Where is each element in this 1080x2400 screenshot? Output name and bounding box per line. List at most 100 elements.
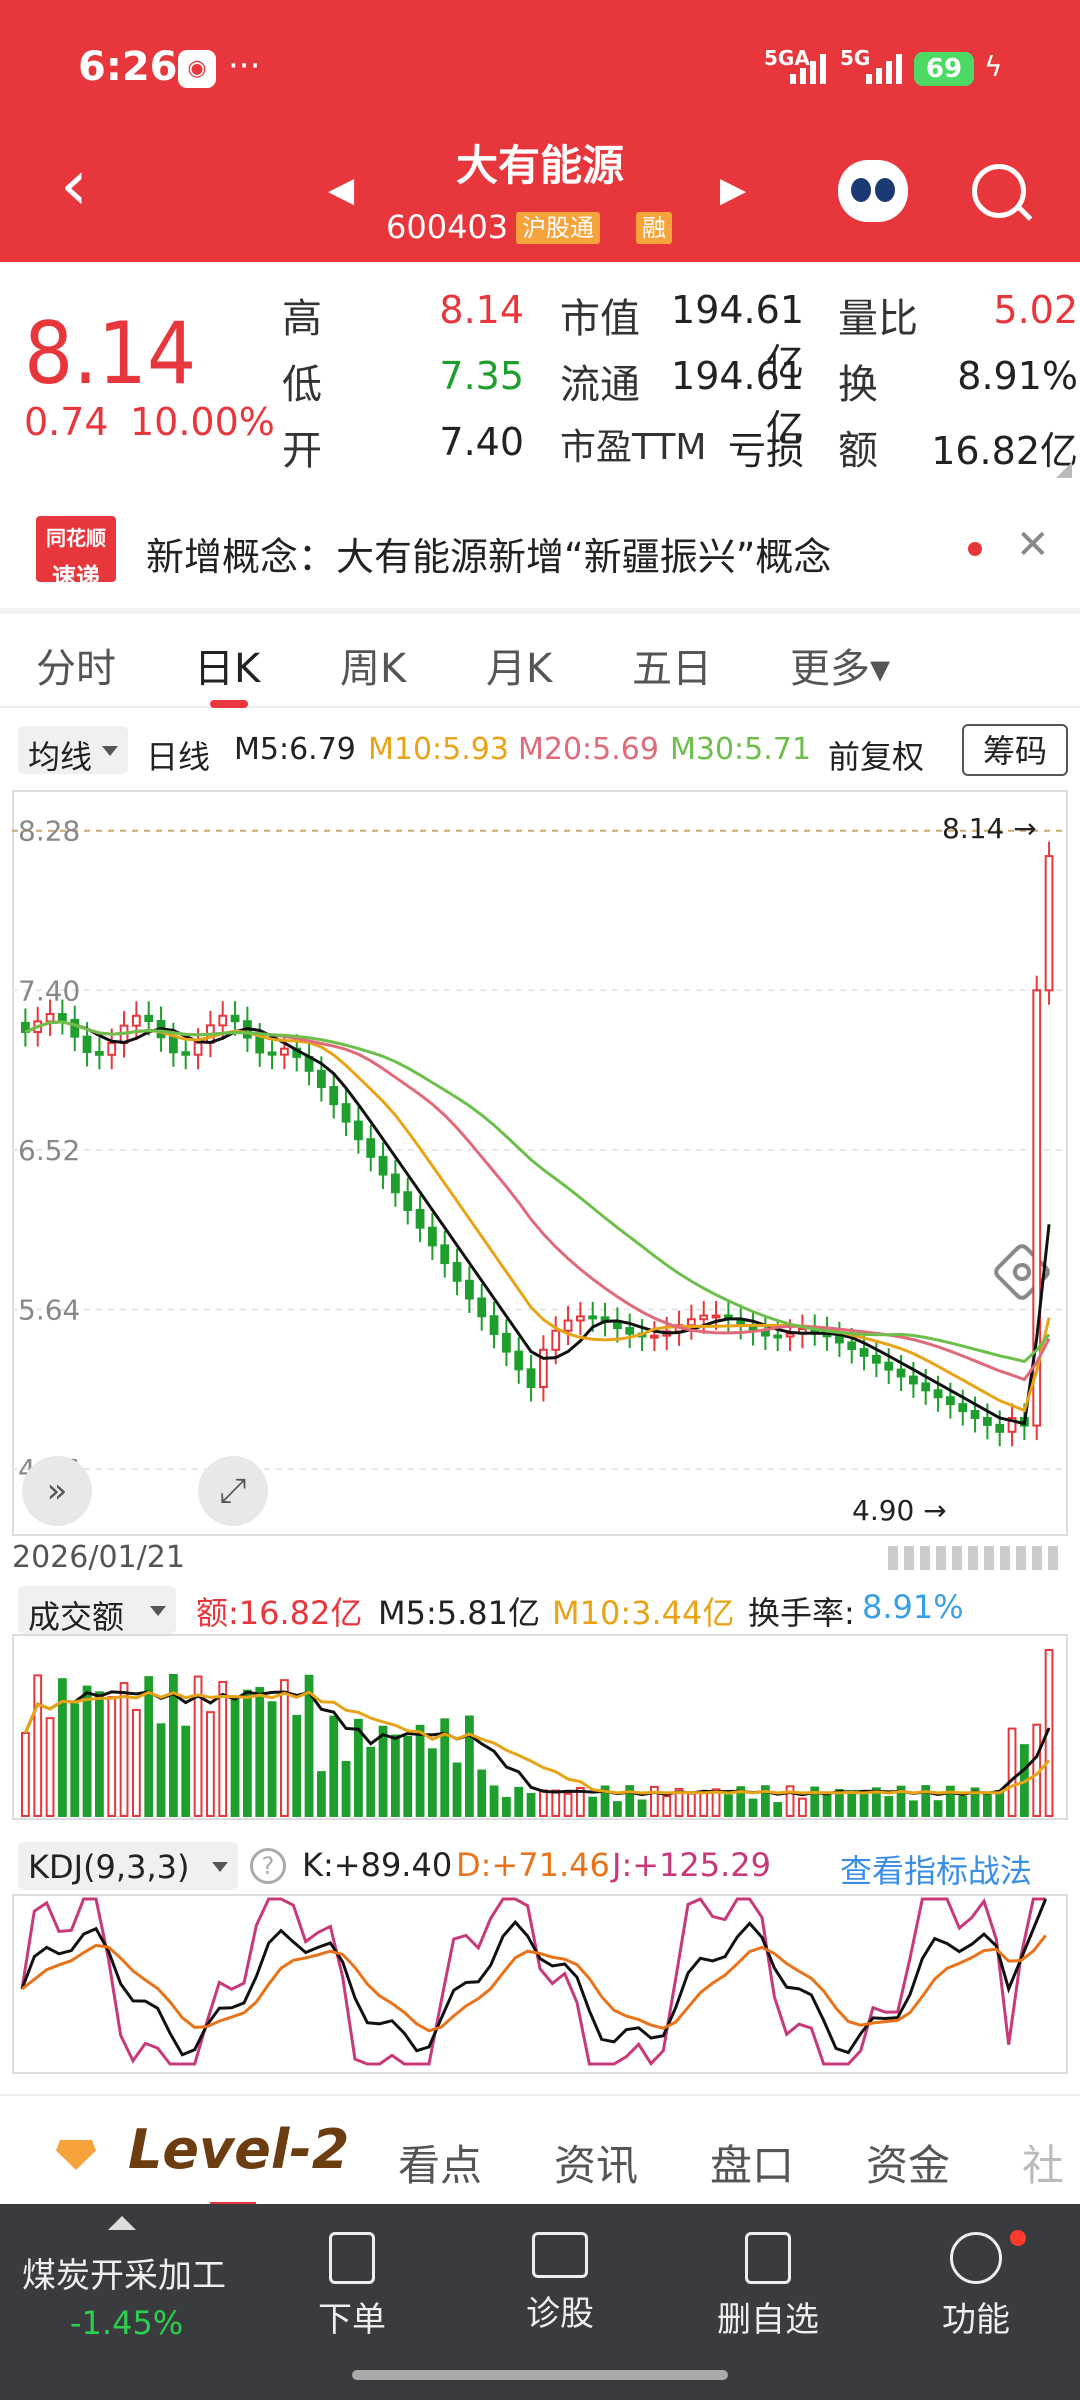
diagnose-button[interactable]: 诊股 <box>490 2232 630 2335</box>
period-label: 日线 <box>146 738 211 776</box>
volume-bar <box>33 1674 43 1817</box>
vol-m10: M10:3.44亿 <box>552 1594 735 1632</box>
volume-bar <box>21 1732 30 1817</box>
amount-label: 额 <box>838 428 878 474</box>
expand-up-icon[interactable] <box>108 2216 136 2230</box>
margin-badge: 融 <box>636 212 672 244</box>
volume-bar <box>341 1760 351 1817</box>
volume-bar <box>329 1715 339 1817</box>
volume-bar <box>551 1789 561 1818</box>
adjust-toggle[interactable]: 前复权 <box>828 732 924 778</box>
volume-bar <box>280 1679 289 1818</box>
float-label: 流通 <box>560 362 640 408</box>
volume-bar <box>255 1687 265 1817</box>
candle <box>95 1050 104 1056</box>
news-banner[interactable]: 同花顺 速递 新增概念：大有能源新增“新疆振兴”概念 <box>0 500 1080 600</box>
close-icon[interactable]: ✕ <box>1016 522 1050 568</box>
tab-news[interactable]: 资讯 <box>554 2132 638 2193</box>
diagnose-icon <box>532 2232 588 2278</box>
volume-bar <box>1007 1727 1017 1817</box>
volume-bar <box>58 1678 67 1817</box>
candle <box>699 1314 709 1321</box>
volume-ma5-line <box>24 1690 1051 1797</box>
tab-daily-k[interactable]: 日K <box>194 636 260 694</box>
assistant-robot-icon[interactable] <box>838 160 908 222</box>
search-icon[interactable] <box>972 164 1026 218</box>
next-stock-icon[interactable]: ▶ <box>720 170 746 210</box>
candle <box>551 1329 561 1351</box>
help-icon[interactable]: ? <box>250 1848 286 1884</box>
candle <box>872 1354 881 1364</box>
candle <box>82 1035 92 1053</box>
volume-bar <box>119 1682 129 1817</box>
candle <box>70 1019 80 1038</box>
vol-ratio-value: 5.02 <box>993 288 1078 332</box>
tab-funds[interactable]: 资金 <box>866 2132 950 2193</box>
ma10-label: M10:5.93 <box>368 732 509 767</box>
functions-button[interactable]: 功能 <box>906 2232 1046 2341</box>
candle <box>711 1314 721 1319</box>
volume-bar <box>45 1717 55 1817</box>
pe-label: 市盈TTM <box>560 427 707 468</box>
volume-chart[interactable] <box>12 1634 1068 1820</box>
tab-highlights[interactable]: 看点 <box>398 2132 482 2193</box>
kdj-d: D:+71.46 <box>456 1846 610 1884</box>
candle <box>428 1226 437 1247</box>
order-icon <box>329 2232 375 2284</box>
kdj-strategy-link[interactable]: 查看指标战法 <box>840 1846 1032 1892</box>
scroll-thumb[interactable] <box>888 1546 1064 1570</box>
low-marker: 4.90 → <box>852 1494 947 1527</box>
level2-tab[interactable]: Level-2 <box>128 2118 349 2181</box>
expand-chart-icon[interactable]: » <box>22 1456 92 1526</box>
tab-five-day[interactable]: 五日 <box>632 636 712 694</box>
home-indicator[interactable] <box>352 2370 728 2380</box>
remove-watchlist-button[interactable]: 删自选 <box>698 2232 838 2341</box>
ma5-line <box>24 1020 1051 1426</box>
tab-weekly-k[interactable]: 周K <box>340 636 406 694</box>
diamond-icon <box>56 2140 96 2170</box>
news-text: 新增概念：大有能源新增“新疆振兴”概念 <box>146 535 832 579</box>
tab-intraday[interactable]: 分时 <box>36 636 116 694</box>
indicator-select[interactable]: 均线 <box>18 726 128 776</box>
last-price: 8.14 <box>24 304 197 404</box>
candle <box>563 1319 573 1332</box>
candle <box>267 1051 277 1056</box>
expand-corner-icon[interactable] <box>1056 462 1072 478</box>
candle <box>970 1410 980 1419</box>
candle <box>280 1047 289 1056</box>
order-button[interactable]: 下单 <box>282 2232 422 2341</box>
kdj-chart[interactable] <box>12 1894 1068 2074</box>
volume-bar <box>82 1685 92 1818</box>
candle <box>477 1297 487 1318</box>
volume-bar <box>539 1789 548 1818</box>
price-change-pct: 10.00% <box>130 400 275 444</box>
volume-select[interactable]: 成交额 <box>18 1586 176 1636</box>
menu-circle-icon <box>950 2232 1002 2284</box>
tab-monthly-k[interactable]: 月K <box>486 636 552 694</box>
chip-button[interactable]: 筹码 <box>962 724 1068 776</box>
volume-bar <box>107 1696 117 1817</box>
tab-orderbook[interactable]: 盘口 <box>710 2132 794 2193</box>
turnover-value: 8.91% <box>957 354 1078 398</box>
volume-bar <box>428 1748 437 1817</box>
candle <box>761 1330 770 1337</box>
ma20-label: M20:5.69 <box>518 732 659 767</box>
volume-bar <box>933 1800 943 1818</box>
tab-community[interactable]: 社 <box>1022 2132 1064 2193</box>
fullscreen-icon[interactable]: ⤢ <box>198 1456 268 1526</box>
high-label: 高 <box>282 296 322 342</box>
volume-bar <box>502 1796 511 1818</box>
kline-chart[interactable]: 8.287.406.525.644.768.14 →4.90 → <box>12 790 1068 1536</box>
back-icon[interactable]: ‹ <box>60 150 88 220</box>
candle <box>921 1382 931 1392</box>
sector-change: -1.45% <box>70 2304 184 2342</box>
charging-icon: ϟ <box>984 50 1003 83</box>
kdj-select[interactable]: KDJ(9,3,3) <box>18 1842 238 1890</box>
candle <box>625 1327 635 1335</box>
tab-more[interactable]: 更多▾ <box>790 636 890 694</box>
ma5-label: M5:6.79 <box>234 732 356 767</box>
volume-bar <box>218 1680 228 1818</box>
sector-name[interactable]: 煤炭开采加工 <box>22 2248 226 2297</box>
volume-bar <box>465 1715 474 1817</box>
quote-panel[interactable]: 8.14 0.74 10.00% 高 8.14 低 7.35 开 7.40 市值… <box>0 262 1080 486</box>
